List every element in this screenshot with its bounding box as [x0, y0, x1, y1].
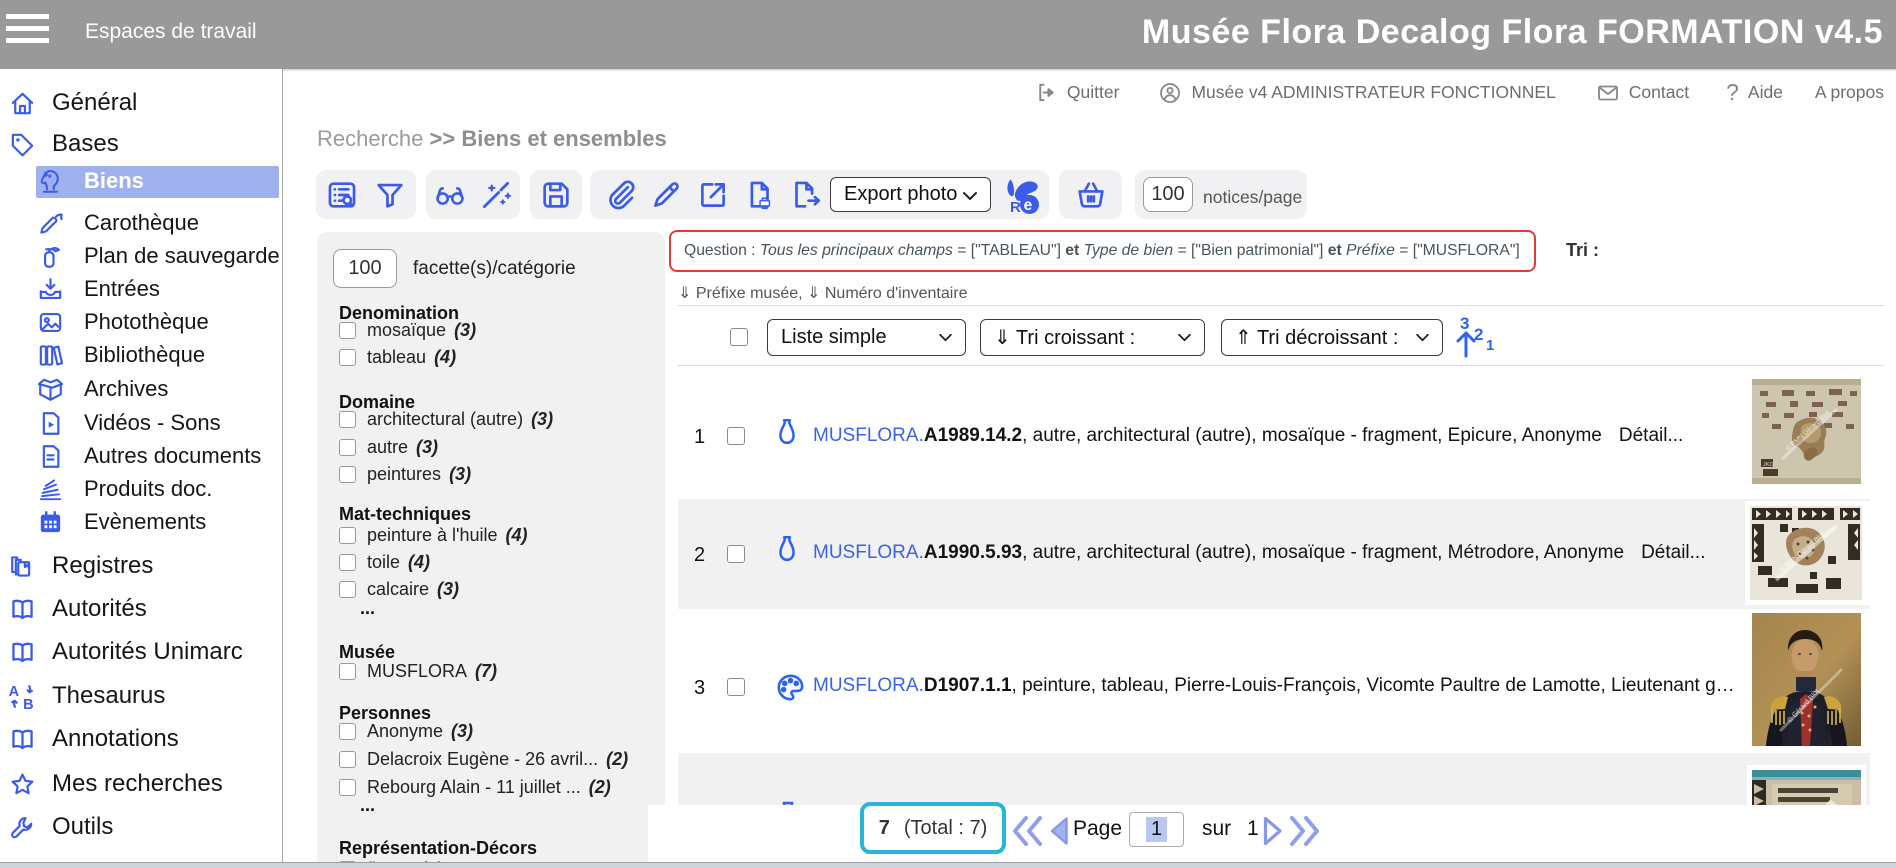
svg-text:A: A — [9, 683, 20, 699]
svg-text:B: B — [23, 697, 33, 711]
svg-text:e: e — [1024, 197, 1033, 214]
svg-text:R: R — [1010, 199, 1021, 216]
svg-text:JKO: JKO — [1763, 462, 1774, 468]
